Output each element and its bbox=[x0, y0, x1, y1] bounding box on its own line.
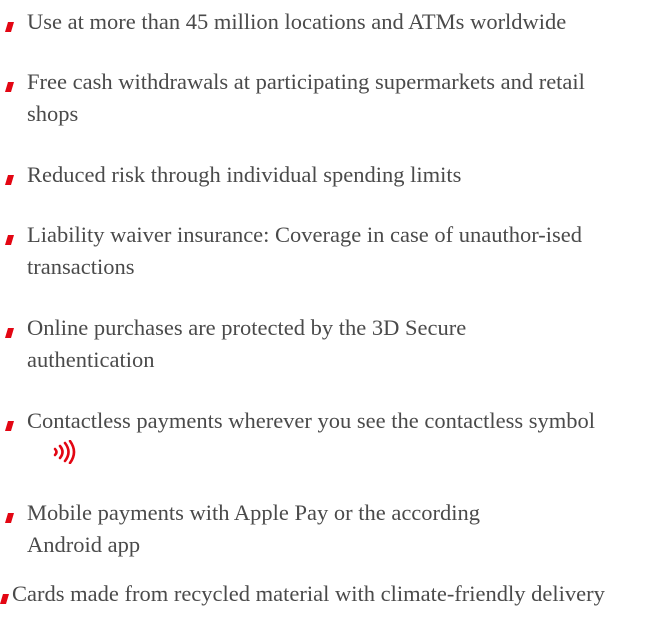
bullet-icon bbox=[5, 421, 14, 431]
bullet-icon bbox=[5, 328, 14, 338]
feature-text: Free cash withdrawals at participating s… bbox=[27, 69, 585, 126]
feature-text: Contactless payments wherever you see th… bbox=[27, 405, 612, 469]
bullet-icon bbox=[5, 513, 14, 523]
contactless-symbol-icon bbox=[51, 439, 77, 464]
feature-text: Online purchases are protected by the 3D… bbox=[27, 315, 467, 372]
bullet-icon bbox=[5, 235, 14, 245]
bullet-icon bbox=[5, 175, 14, 185]
feature-text: Liability waiver insurance: Coverage in … bbox=[27, 222, 582, 279]
feature-text: Mobile payments with Apple Pay or the ac… bbox=[27, 500, 481, 557]
bullet-icon bbox=[5, 22, 14, 32]
feature-text: Reduced risk through individual spending… bbox=[27, 162, 462, 187]
feature-text: Cards made from recycled material with c… bbox=[12, 581, 605, 606]
feature-list: Use at more than 45 million locations an… bbox=[0, 0, 645, 630]
bullet-icon bbox=[5, 82, 14, 92]
feature-text-content: Contactless payments wherever you see th… bbox=[27, 408, 595, 433]
bullet-icon bbox=[0, 594, 9, 604]
feature-text: Use at more than 45 million locations an… bbox=[27, 9, 567, 34]
